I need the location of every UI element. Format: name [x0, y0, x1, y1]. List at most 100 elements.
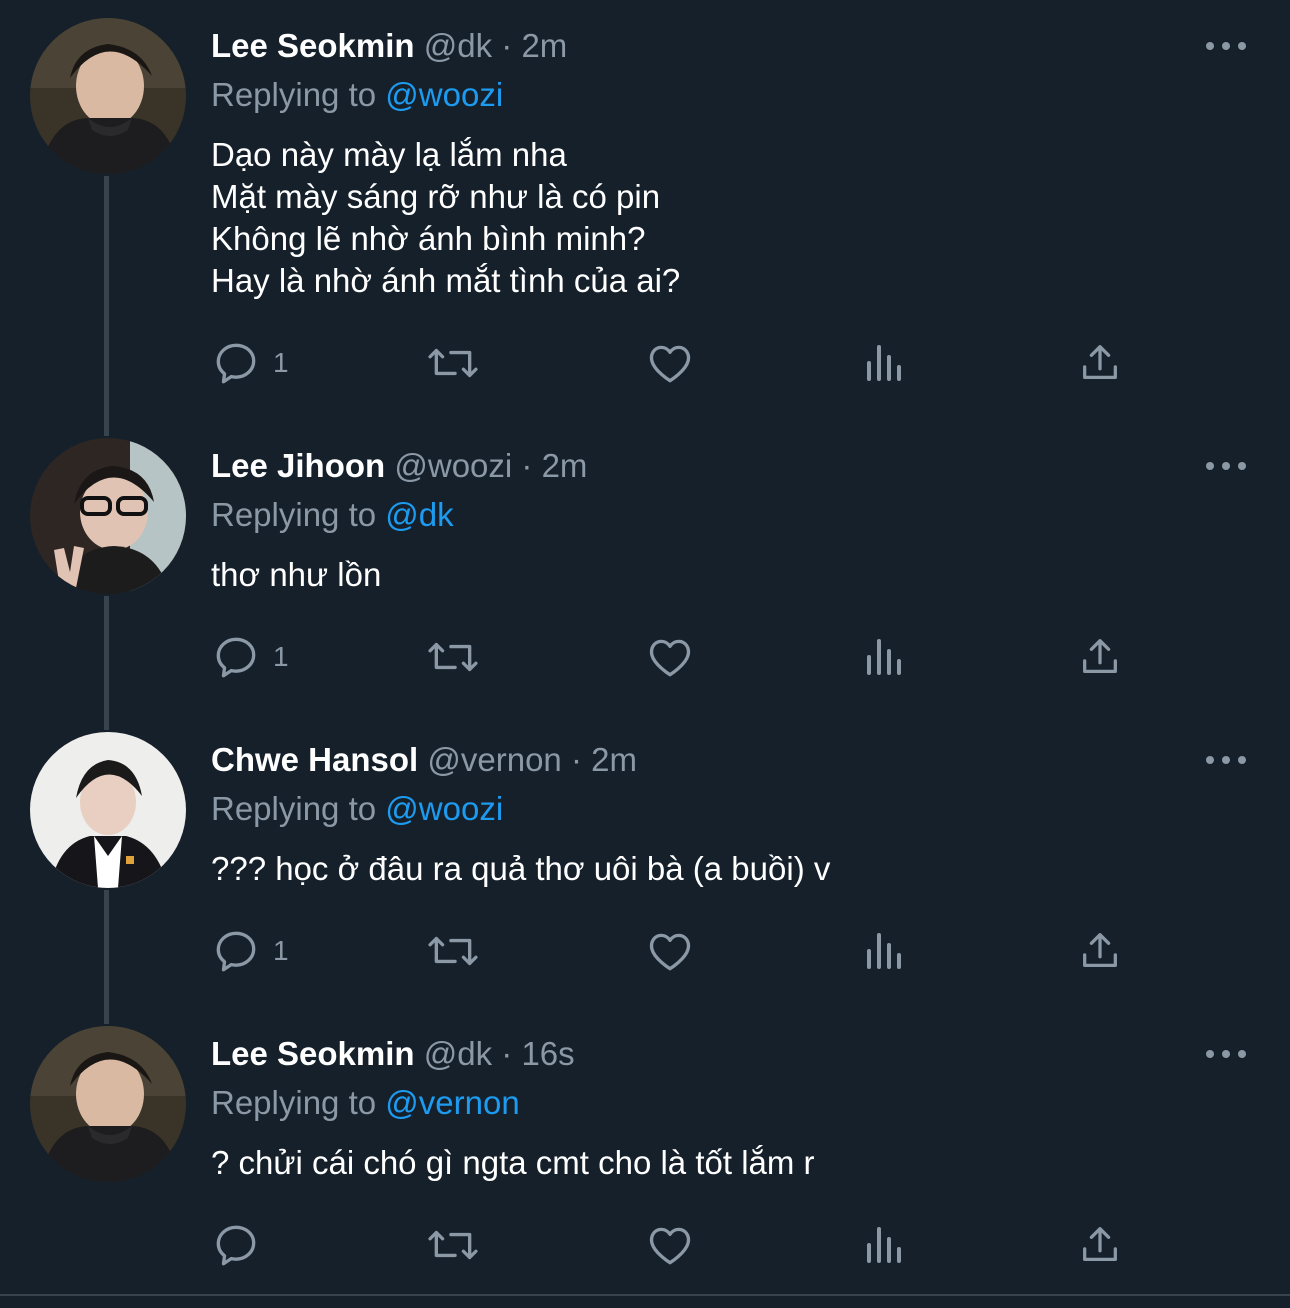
- replying-to: Replying to @dk: [211, 495, 454, 535]
- tweet[interactable]: Lee Jihoon @woozi · 2m Replying to @dk t…: [0, 420, 1290, 714]
- like-button[interactable]: [645, 338, 695, 388]
- retweet-button[interactable]: [425, 632, 481, 682]
- replying-to-label: Replying to: [211, 496, 377, 533]
- tweet-text: ??? học ở đâu ra quả thơ uôi bà (a buồi)…: [211, 850, 831, 887]
- tweet-text: thơ như lồn: [211, 556, 382, 593]
- avatar-photo-seokmin: [30, 1026, 186, 1182]
- reply-button[interactable]: 1: [211, 926, 289, 976]
- replying-to-label: Replying to: [211, 1084, 377, 1121]
- divider: [0, 1294, 1290, 1296]
- views-button[interactable]: [863, 926, 907, 976]
- retweet-icon: [428, 642, 478, 672]
- avatar-photo-jihoon: [30, 438, 186, 594]
- views-icon: [867, 1227, 901, 1263]
- share-button[interactable]: [1077, 338, 1123, 388]
- like-button[interactable]: [645, 926, 695, 976]
- like-icon: [649, 639, 691, 677]
- reply-button[interactable]: 1: [211, 338, 289, 388]
- separator-dot: ·: [501, 27, 513, 64]
- replying-to-label: Replying to: [211, 76, 377, 113]
- reply-icon: [216, 1225, 256, 1266]
- display-name[interactable]: Chwe Hansol: [211, 741, 418, 778]
- reply-button[interactable]: [211, 1220, 273, 1270]
- replying-to-label: Replying to: [211, 790, 377, 827]
- views-button[interactable]: [863, 1220, 907, 1270]
- tweet[interactable]: Lee Seokmin @dk · 2m Replying to @woozi …: [0, 0, 1290, 420]
- avatar[interactable]: [30, 18, 186, 174]
- tweet[interactable]: Chwe Hansol @vernon · 2m Replying to @wo…: [0, 714, 1290, 1008]
- like-icon: [649, 1227, 691, 1265]
- reply-mention-link[interactable]: @dk: [385, 496, 453, 533]
- avatar-photo-hansol: [30, 732, 186, 888]
- user-handle[interactable]: @vernon: [427, 741, 561, 778]
- views-button[interactable]: [863, 338, 907, 388]
- user-handle[interactable]: @dk: [424, 27, 492, 64]
- tweet-header: Lee Jihoon @woozi · 2m: [211, 446, 587, 486]
- avatar[interactable]: [30, 438, 186, 594]
- timestamp[interactable]: 2m: [542, 447, 588, 484]
- like-icon: [649, 345, 691, 383]
- user-handle[interactable]: @woozi: [394, 447, 512, 484]
- views-icon: [867, 639, 901, 675]
- reply-count: 1: [273, 935, 289, 966]
- like-button[interactable]: [645, 1220, 695, 1270]
- tweet-header: Lee Seokmin @dk · 2m: [211, 26, 567, 66]
- tweet-header: Chwe Hansol @vernon · 2m: [211, 740, 637, 780]
- share-button[interactable]: [1077, 926, 1123, 976]
- replying-to: Replying to @woozi: [211, 75, 503, 115]
- reply-mention-link[interactable]: @vernon: [385, 1084, 519, 1121]
- share-icon: [1083, 933, 1117, 968]
- reply-icon: [216, 637, 256, 678]
- reply-icon: [216, 343, 256, 384]
- share-button[interactable]: [1077, 632, 1123, 682]
- share-icon: [1083, 345, 1117, 380]
- avatar-photo-seokmin: [30, 18, 186, 174]
- tweet[interactable]: Lee Seokmin @dk · 16s Replying to @verno…: [0, 1008, 1290, 1294]
- replying-to: Replying to @woozi: [211, 789, 503, 829]
- reply-button[interactable]: 1: [211, 632, 289, 682]
- timestamp[interactable]: 2m: [521, 27, 567, 64]
- share-icon: [1083, 1227, 1117, 1262]
- views-button[interactable]: [863, 632, 907, 682]
- reply-count: 1: [273, 641, 289, 672]
- action-bar: [211, 1220, 1151, 1270]
- timestamp[interactable]: 2m: [591, 741, 637, 778]
- separator-dot: ·: [501, 1035, 513, 1072]
- reply-count: 1: [273, 347, 289, 378]
- retweet-icon: [428, 936, 478, 966]
- tweet-text: ? chửi cái chó gì ngta cmt cho là tốt lắ…: [211, 1144, 815, 1181]
- display-name[interactable]: Lee Seokmin: [211, 1035, 415, 1072]
- views-icon: [867, 933, 901, 969]
- display-name[interactable]: Lee Seokmin: [211, 27, 415, 64]
- retweet-icon: [428, 1230, 478, 1260]
- reply-mention-link[interactable]: @woozi: [385, 76, 503, 113]
- more-options-icon[interactable]: [1206, 34, 1246, 58]
- reply-mention-link[interactable]: @woozi: [385, 790, 503, 827]
- action-bar: 1: [211, 338, 1151, 388]
- separator-dot: ·: [521, 447, 533, 484]
- more-options-icon[interactable]: [1206, 1042, 1246, 1066]
- more-options-icon[interactable]: [1206, 748, 1246, 772]
- tweet-text: Dạo này mày lạ lắm nha Mặt mày sáng rỡ n…: [211, 136, 681, 299]
- timestamp[interactable]: 16s: [521, 1035, 574, 1072]
- replying-to: Replying to @vernon: [211, 1083, 520, 1123]
- retweet-icon: [428, 348, 478, 378]
- action-bar: 1: [211, 632, 1151, 682]
- like-icon: [649, 933, 691, 971]
- like-button[interactable]: [645, 632, 695, 682]
- more-options-icon[interactable]: [1206, 454, 1246, 478]
- retweet-button[interactable]: [425, 1220, 481, 1270]
- share-button[interactable]: [1077, 1220, 1123, 1270]
- display-name[interactable]: Lee Jihoon: [211, 447, 385, 484]
- share-icon: [1083, 639, 1117, 674]
- retweet-button[interactable]: [425, 926, 481, 976]
- tweet-header: Lee Seokmin @dk · 16s: [211, 1034, 575, 1074]
- views-icon: [867, 345, 901, 381]
- avatar[interactable]: [30, 732, 186, 888]
- action-bar: 1: [211, 926, 1151, 976]
- user-handle[interactable]: @dk: [424, 1035, 492, 1072]
- reply-icon: [216, 931, 256, 972]
- avatar[interactable]: [30, 1026, 186, 1182]
- separator-dot: ·: [570, 741, 582, 778]
- retweet-button[interactable]: [425, 338, 481, 388]
